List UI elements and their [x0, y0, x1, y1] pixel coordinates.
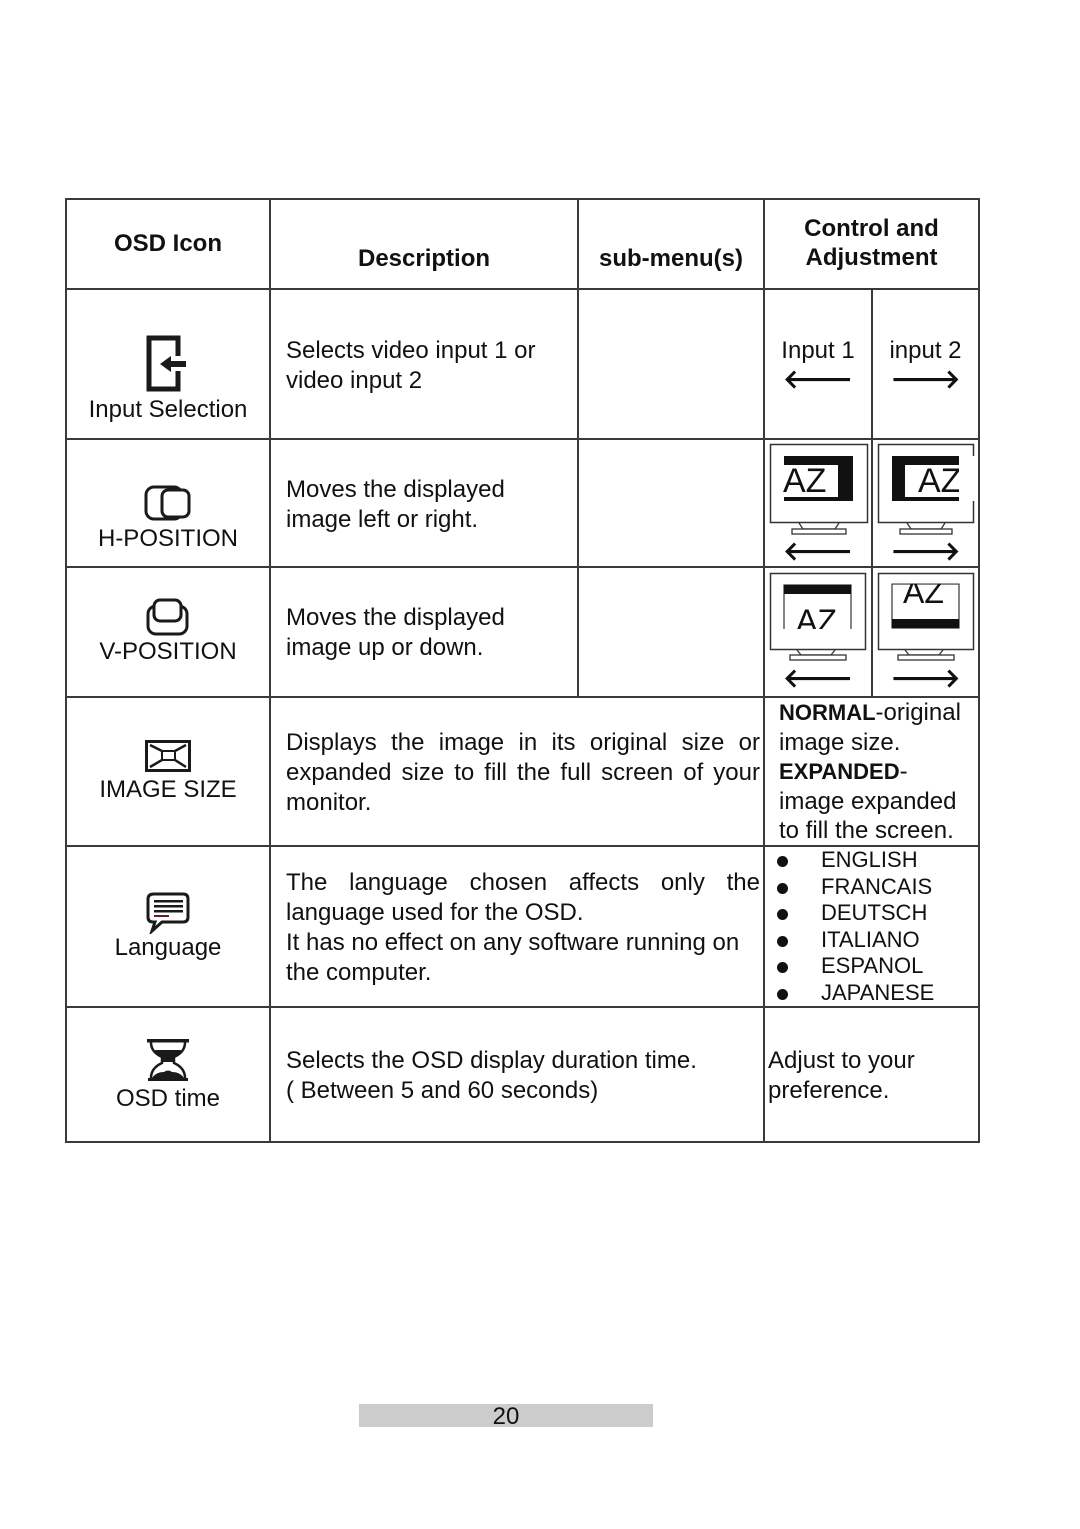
- language-label: DEUTSCH: [821, 900, 928, 925]
- description-language: The language chosen affects only the lan…: [286, 868, 760, 988]
- language-icon: [146, 892, 190, 934]
- description-line: Selects video input 1 or: [286, 337, 536, 364]
- osd-label-input-selection: Input Selection: [88, 396, 248, 423]
- description-line: Moves the displayed: [286, 476, 505, 503]
- header-control-line1: Control and: [804, 215, 939, 242]
- bullet-icon: [777, 909, 788, 920]
- screen-text: AZ: [783, 462, 826, 500]
- control-image-size: NORMAL-original image size. EXPANDED- im…: [779, 698, 975, 846]
- language-option[interactable]: ENGLISH: [775, 847, 975, 874]
- header-control-line2: Adjustment: [805, 244, 938, 271]
- description-line: Selects the OSD display duration time.: [286, 1047, 697, 1074]
- bullet-icon: [777, 962, 788, 973]
- description-v-position: Moves the displayed image up or down.: [286, 603, 505, 663]
- osd-label-h-position: H-POSITION: [97, 525, 238, 552]
- bullet-icon: [777, 856, 788, 867]
- description-paragraph: It has no effect on any software running…: [286, 929, 740, 986]
- monitor-shifted-down-illustration: AZ: [769, 572, 867, 661]
- description-osd-time: Selects the OSD display duration time. (…: [286, 1046, 697, 1106]
- language-option[interactable]: ITALIANO: [775, 927, 975, 954]
- h-position-icon: [144, 485, 191, 521]
- language-option[interactable]: DEUTSCH: [775, 900, 975, 927]
- left-arrow-icon[interactable]: 🡐: [764, 538, 872, 564]
- left-arrow-icon[interactable]: 🡐: [764, 665, 872, 691]
- left-arrow-icon: 🡐: [783, 364, 853, 394]
- control-osd-time: Adjust to your preference.: [768, 1046, 915, 1106]
- description-line: Moves the displayed: [286, 604, 505, 631]
- monitor-shifted-right-illustration: AZ: [877, 443, 975, 535]
- header-submenus: sub-menu(s): [599, 245, 743, 272]
- language-option[interactable]: JAPANESE: [775, 980, 975, 1007]
- control-line: preference.: [768, 1077, 890, 1104]
- bullet-icon: [777, 935, 788, 947]
- header-control-adjustment: Control and Adjustment: [764, 214, 979, 272]
- description-line: video input 2: [286, 367, 423, 394]
- language-label: ESPANOL: [821, 953, 924, 978]
- input-selection-icon: [146, 335, 186, 392]
- right-arrow-icon[interactable]: 🡒: [872, 665, 979, 691]
- description-line: ( Between 5 and 60 seconds): [286, 1077, 599, 1104]
- language-label: ENGLISH: [821, 847, 918, 872]
- description-paragraph: The language chosen affects only the lan…: [286, 869, 760, 926]
- table-border-bottom: [66, 1141, 980, 1143]
- language-list: ENGLISH FRANCAIS DEUTSCH ITALIANO ESPANO…: [775, 847, 975, 1006]
- language-option[interactable]: ESPANOL: [775, 953, 975, 980]
- control-label: input 2: [889, 337, 962, 364]
- v-position-icon: [146, 598, 189, 636]
- control-label: Input 1: [781, 337, 855, 364]
- bullet-icon: [777, 882, 788, 894]
- right-arrow-icon: 🡒: [890, 364, 961, 394]
- control-input-1[interactable]: Input 1 🡐: [764, 336, 872, 392]
- description-h-position: Moves the displayed image left or right.: [286, 475, 505, 535]
- osd-label-image-size: IMAGE SIZE: [99, 776, 237, 803]
- language-option[interactable]: FRANCAIS: [775, 874, 975, 901]
- monitor-shifted-up-illustration: AZ: [877, 572, 975, 661]
- hourglass-icon: [147, 1039, 189, 1081]
- language-label: JAPANESE: [821, 979, 935, 1005]
- image-size-icon: [145, 740, 191, 772]
- control-line: Adjust to your: [768, 1047, 915, 1074]
- screen-text: AZ: [918, 462, 961, 500]
- osd-label-osd-time: OSD time: [115, 1085, 220, 1112]
- osd-label-v-position: V-POSITION: [99, 638, 237, 665]
- language-label: FRANCAIS: [821, 873, 933, 899]
- col-divider: [269, 198, 271, 1143]
- table-border-left: [65, 198, 67, 1143]
- page-number: 20: [359, 1404, 653, 1430]
- table-border-top: [66, 198, 980, 200]
- description-input-selection: Selects video input 1 or video input 2: [286, 336, 535, 396]
- description-line: image up or down.: [286, 634, 484, 661]
- row-divider: [66, 566, 980, 568]
- description-image-size: Displays the image in its original size …: [286, 729, 760, 816]
- language-label: ITALIANO: [821, 926, 920, 952]
- header-osd-icon: OSD Icon: [113, 230, 222, 257]
- option-expanded: EXPANDED: [779, 759, 900, 784]
- row-divider: [66, 288, 980, 290]
- option-normal: NORMAL: [779, 700, 876, 725]
- row-divider: [66, 1006, 980, 1008]
- osd-label-language: Language: [114, 934, 222, 961]
- control-input-2[interactable]: input 2 🡒: [872, 336, 979, 392]
- header-description: Description: [357, 245, 491, 272]
- col-divider: [577, 198, 579, 698]
- monitor-shifted-left-illustration: AZ: [769, 443, 869, 535]
- bullet-icon: [777, 988, 788, 1000]
- description-line: image left or right.: [286, 506, 479, 533]
- row-divider: [66, 438, 980, 440]
- right-arrow-icon[interactable]: 🡒: [872, 538, 979, 564]
